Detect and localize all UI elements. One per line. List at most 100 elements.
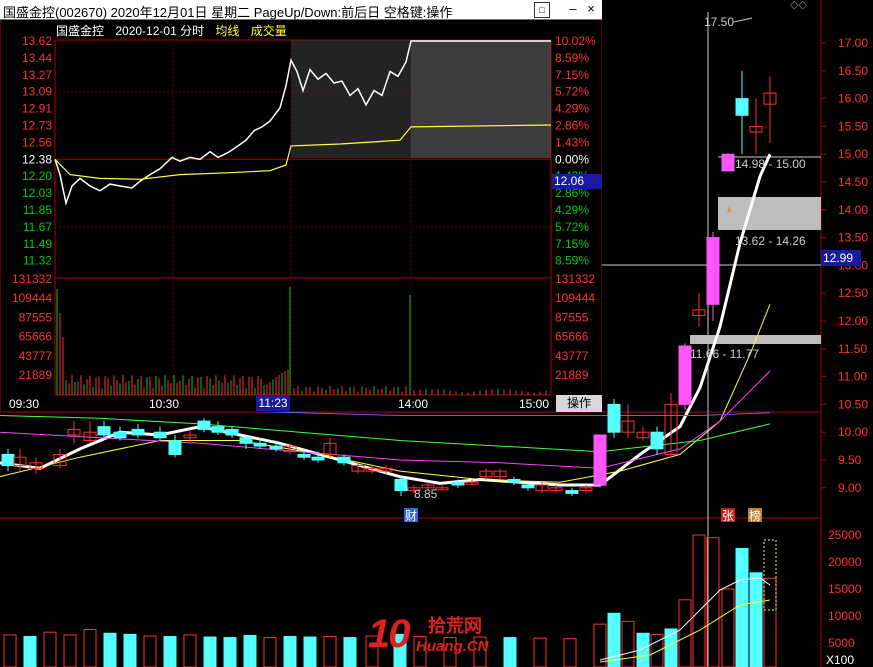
pct-tick-label: 1.43% [555, 135, 589, 149]
daily-volume-bar [303, 636, 317, 667]
daily-candle [664, 393, 678, 458]
brand-cn: 拾荒网 [428, 616, 482, 636]
daily-candle [197, 418, 211, 433]
brand-number: 10 [368, 612, 410, 656]
daily-volume-bar [706, 537, 720, 667]
vol-tick-label: 87555 [19, 310, 53, 324]
daily-volume-bar [223, 637, 237, 667]
daily-candle [131, 423, 145, 438]
daily-candle [67, 421, 81, 444]
daily-volume-bar [63, 634, 77, 667]
daily-candle [706, 232, 720, 321]
price-tick-label: 11.32 [23, 254, 52, 268]
price-tick-label: 13.62 [22, 34, 52, 48]
pct-tick-label: 4.29% [555, 102, 589, 116]
pct-tick-label: 10.02% [555, 34, 596, 48]
gap-label-3: 11.66 - 11.77 [690, 347, 759, 361]
daily-candle [607, 398, 621, 438]
daily-volume-bar [203, 636, 217, 667]
stock-name: 国盛金控 [56, 24, 105, 38]
legend-avg: 均线 [215, 24, 240, 38]
volume-unit: X100 [826, 653, 854, 667]
daily-volume-bar [43, 631, 57, 667]
intraday-canvas: 13.62 10.02% 13.44 8.59% 13.27 7.15% 13.09 5.72… [0, 18, 602, 412]
daily-volume-bar [23, 636, 37, 667]
operate-button[interactable]: 操作 [556, 395, 602, 412]
daily-candle [763, 76, 777, 144]
intraday-popup[interactable]: 13.62 10.02% 13.44 8.59% 13.27 7.15% 13.09 5.72… [0, 0, 602, 412]
daily-price-tick: 9.50 [838, 453, 862, 467]
daily-volume-tick: 15000 [828, 582, 862, 596]
daily-volume-bar [103, 632, 117, 667]
daily-volume-bar [749, 572, 763, 667]
daily-price-tick: 13.50 [838, 231, 868, 245]
vol-tick-label: 43777 [19, 349, 53, 363]
maximize-icon[interactable]: □ [534, 2, 550, 18]
date-label: 2020-12-01 分时 [115, 24, 205, 38]
price-tick-label: 12.38 [22, 152, 52, 166]
pct-tick-label: 4.29% [555, 203, 589, 217]
current-price-badge: 12.06 [552, 174, 602, 189]
price-tick-label: 12.03 [22, 186, 52, 200]
daily-volume-bar [678, 599, 692, 667]
daily-price-tick: 17.00 [838, 36, 868, 50]
price-tick-label: 11.49 [23, 237, 52, 251]
gap-label-2: 13.62 - 14.26 [735, 234, 806, 248]
event-marker-label: 财 [405, 509, 417, 523]
daily-price-tick: 11.00 [838, 370, 867, 384]
low-label: 8.85 [414, 487, 438, 501]
daily-volume-bar [721, 588, 735, 667]
daily-candle [721, 153, 735, 172]
minimize-icon[interactable]: – [566, 2, 580, 16]
vol-tick-label-right: 131332 [555, 272, 595, 286]
daily-candle [479, 468, 493, 480]
price-tick-label: 11.67 [23, 220, 52, 234]
vol-tick-label-right: 87555 [555, 310, 589, 324]
high-label: 17.50 [704, 15, 734, 29]
daily-candle [13, 448, 27, 472]
brand-logo: 10 拾荒网 Huang.CN [368, 612, 508, 667]
daily-volume-bar [283, 636, 297, 667]
close-icon[interactable]: × [584, 2, 598, 16]
daily-candle [435, 485, 449, 491]
time-tick-label: 10:30 [149, 397, 179, 411]
vol-tick-label-right: 21889 [555, 368, 589, 382]
daily-candle [97, 421, 111, 438]
daily-candle [507, 476, 521, 486]
daily-volume-bar [143, 635, 157, 667]
daily-volume-bar [183, 634, 197, 667]
daily-price-tick: 12.50 [838, 286, 868, 300]
vol-tick-label: 131332 [12, 272, 52, 286]
vol-tick-label: 109444 [12, 291, 52, 305]
daily-candle [692, 293, 706, 327]
price-shade-limit [411, 40, 551, 158]
daily-price-tick: 10.00 [838, 425, 868, 439]
current-time-badge: 11:23 [256, 395, 290, 411]
title-bar[interactable]: 国盛金控(002670) 2020年12月01日 星期二 PageUp/Down… [0, 0, 602, 20]
pct-tick-label: 2.86% [555, 119, 589, 133]
daily-price-tick: 10.50 [838, 397, 868, 411]
daily-candle [211, 421, 225, 435]
daily-price-tick: 16.00 [838, 92, 868, 106]
daily-price-axis: 17.00 16.50 16.00 15.50 15.00 14.50 14.00 13.50… [821, 36, 868, 667]
high-arrow [733, 17, 753, 23]
daily-candle [53, 448, 67, 469]
pct-tick-label: 8.59% [555, 254, 589, 268]
daily-price-tick: 16.50 [838, 64, 868, 78]
daily-volume-bar [607, 612, 621, 667]
daily-candle [749, 98, 763, 155]
price-tick-label: 13.09 [22, 85, 52, 99]
daily-candle [565, 487, 579, 497]
scroll-diamond-icon[interactable]: ◇◇ [790, 0, 807, 11]
daily-candle [153, 426, 167, 441]
daily-volume-bar [263, 637, 277, 667]
vol-tick-label: 21889 [19, 368, 53, 382]
vol-tick-label: 65666 [19, 330, 53, 344]
price-tick-label: 12.20 [22, 169, 52, 183]
daily-volume-tick: 20000 [828, 555, 862, 569]
pct-tick-label: 5.72% [555, 85, 589, 99]
daily-volume-bar [593, 623, 607, 667]
legend-volume: 成交量 [250, 24, 287, 38]
price-tick-label: 12.56 [22, 135, 52, 149]
window-title: 国盛金控(002670) 2020年12月01日 星期二 PageUp/Down… [3, 5, 453, 20]
